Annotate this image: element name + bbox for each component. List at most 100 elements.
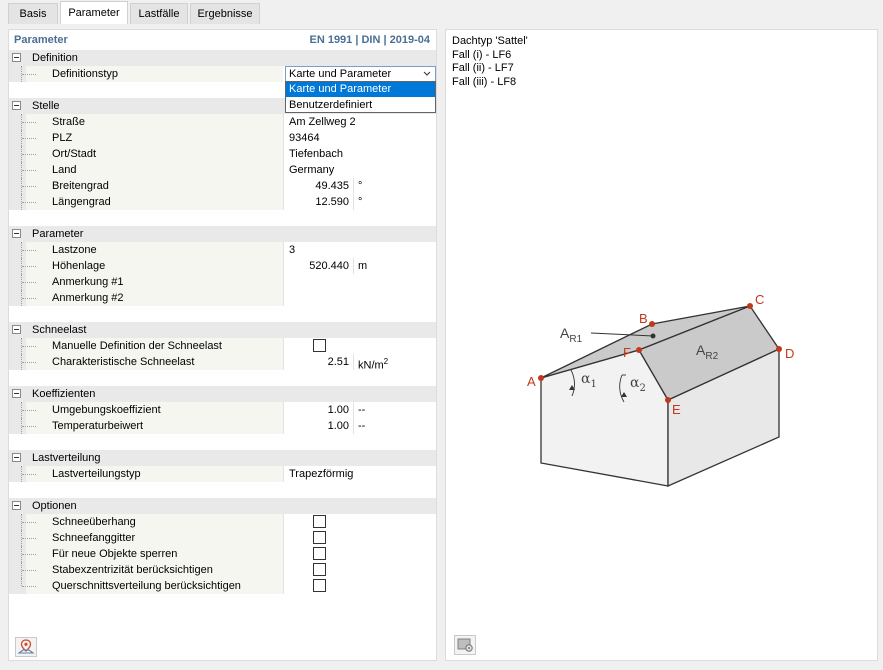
querschnittsverteilung-checkbox[interactable] (313, 579, 326, 592)
unit-label: ° (353, 194, 436, 210)
manuelle-definition-checkbox[interactable] (313, 339, 326, 352)
image-options-button[interactable] (454, 635, 476, 655)
row-label: Querschnittsverteilung berücksichtigen (52, 580, 241, 592)
anmerkung-1-value[interactable] (283, 274, 433, 290)
row-fuer-neue-objekte-sperren: Für neue Objekte sperren (9, 546, 436, 562)
tab-parameter[interactable]: Parameter (60, 1, 128, 24)
definitionstyp-select[interactable]: Karte und Parameter (285, 66, 436, 82)
label-f: F (623, 345, 631, 360)
label-a: A (527, 374, 536, 389)
row-manuelle-definition: Manuelle Definition der Schneelast (9, 338, 436, 354)
tab-basis[interactable]: Basis (8, 3, 58, 24)
unit-label: m (353, 258, 436, 274)
group-optionen[interactable]: Optionen (9, 498, 436, 514)
unit-label: -- (353, 418, 436, 434)
row-ort: Ort/Stadt Tiefenbach (9, 146, 436, 162)
row-label: Charakteristische Schneelast (52, 356, 195, 368)
row-label: Schneefanggitter (52, 532, 136, 544)
row-label: PLZ (52, 132, 73, 144)
group-koeffizienten[interactable]: Koeffizienten (9, 386, 436, 402)
definitionstyp-dropdown: Karte und Parameter Benutzerdefiniert (285, 81, 436, 113)
image-settings-icon (457, 638, 473, 652)
group-title: Definition (32, 52, 78, 64)
group-lastverteilung[interactable]: Lastverteilung (9, 450, 436, 466)
hoehenlage-value[interactable]: 520.440 (283, 258, 353, 274)
unit-label: ° (353, 178, 436, 194)
unit-label: kN/m2 (353, 354, 436, 372)
label-e: E (672, 402, 681, 417)
unit-label: -- (353, 402, 436, 418)
label-b: B (639, 311, 648, 326)
lastverteilungstyp-value[interactable]: Trapezförmig (283, 466, 433, 482)
collapse-toggle-icon[interactable] (12, 453, 21, 462)
row-label: Straße (52, 116, 86, 128)
chevron-down-icon[interactable] (421, 67, 433, 81)
group-title: Schneelast (32, 324, 87, 336)
row-label: Schneeüberhang (52, 516, 136, 528)
map-location-button[interactable] (15, 637, 37, 657)
collapse-toggle-icon[interactable] (12, 389, 21, 398)
tab-bar: Basis Parameter Lastfälle Ergebnisse (0, 0, 883, 24)
group-schneelast[interactable]: Schneelast (9, 322, 436, 338)
tab-lastfaelle[interactable]: Lastfälle (130, 3, 188, 24)
breitengrad-value[interactable]: 49.435 (283, 178, 353, 194)
row-label: Für neue Objekte sperren (52, 548, 178, 560)
ort-value[interactable]: Tiefenbach (283, 146, 433, 162)
preview-panel: Dachtyp 'Sattel' Fall (i) - LF6 Fall (ii… (445, 29, 878, 661)
roof-diagram: A B C D E F AR1 AR2 α1 α2 (527, 292, 794, 487)
collapse-toggle-icon[interactable] (12, 501, 21, 510)
row-lastverteilungstyp: Lastverteilungstyp Trapezförmig (9, 466, 436, 482)
schneeueberhang-checkbox[interactable] (313, 515, 326, 528)
group-title: Optionen (32, 500, 77, 512)
land-value[interactable]: Germany (283, 162, 433, 178)
row-label: Manuelle Definition der Schneelast (52, 340, 222, 352)
label-d: D (785, 346, 794, 361)
schneefanggitter-checkbox[interactable] (313, 531, 326, 544)
label-ar1: AR1 (560, 325, 583, 345)
norm-label: EN 1991 | DIN | 2019-04 (309, 34, 430, 46)
row-label: Höhenlage (52, 260, 106, 272)
laengengrad-value[interactable]: 12.590 (283, 194, 353, 210)
row-label: Land (52, 164, 77, 176)
sperren-checkbox[interactable] (313, 547, 326, 560)
collapse-toggle-icon[interactable] (12, 101, 21, 110)
group-title: Stelle (32, 100, 60, 112)
row-umgebungskoeffizient: Umgebungskoeffizient 1.00 -- (9, 402, 436, 418)
label-c: C (755, 292, 764, 307)
umgebungskoeffizient-value[interactable]: 1.00 (283, 402, 353, 418)
collapse-toggle-icon[interactable] (12, 229, 21, 238)
lastzone-value[interactable]: 3 (283, 242, 353, 258)
group-definition[interactable]: Definition (9, 50, 436, 66)
row-plz: PLZ 93464 (9, 130, 436, 146)
row-querschnittsverteilung: Querschnittsverteilung berücksichtigen (9, 578, 436, 594)
collapse-toggle-icon[interactable] (12, 325, 21, 334)
row-stabexzentrizitaet: Stabexzentrizität berücksichtigen (9, 562, 436, 578)
tab-ergebnisse[interactable]: Ergebnisse (190, 3, 260, 24)
point-e (665, 397, 671, 403)
row-label: Temperaturbeiwert (52, 420, 144, 432)
anmerkung-2-value[interactable] (283, 290, 433, 306)
option-karte-und-parameter[interactable]: Karte und Parameter (286, 82, 435, 97)
row-lastzone: Lastzone 3 (9, 242, 436, 258)
point-d (776, 346, 782, 352)
schneelast-value[interactable]: 2.51 (283, 354, 353, 370)
panel-title: Parameter (14, 34, 68, 46)
point-f (636, 347, 642, 353)
temperaturbeiwert-value[interactable]: 1.00 (283, 418, 353, 434)
row-laengengrad: Längengrad 12.590 ° (9, 194, 436, 210)
point-b (649, 321, 655, 327)
parameter-header: Parameter EN 1991 | DIN | 2019-04 (9, 30, 436, 48)
plz-value[interactable]: 93464 (283, 130, 433, 146)
parameter-panel: Parameter EN 1991 | DIN | 2019-04 Defini… (8, 29, 437, 661)
select-value: Karte und Parameter (289, 68, 392, 80)
row-hoehenlage: Höhenlage 520.440 m (9, 258, 436, 274)
strasse-value[interactable]: Am Zellweg 2 (283, 114, 433, 130)
stabexzentrizitaet-checkbox[interactable] (313, 563, 326, 576)
option-benutzerdefiniert[interactable]: Benutzerdefiniert (286, 98, 435, 113)
point-a (538, 375, 544, 381)
collapse-toggle-icon[interactable] (12, 53, 21, 62)
row-schneefanggitter: Schneefanggitter (9, 530, 436, 546)
row-label: Definitionstyp (52, 68, 119, 80)
group-parameter[interactable]: Parameter (9, 226, 436, 242)
row-label: Stabexzentrizität berücksichtigen (52, 564, 213, 576)
